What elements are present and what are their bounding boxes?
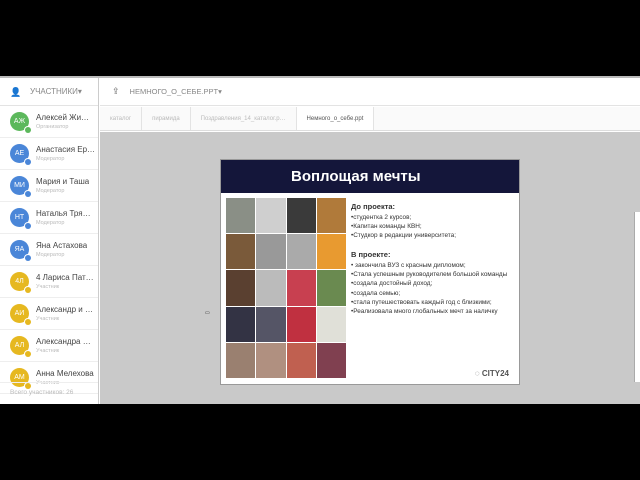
role-icon [24,286,32,294]
bullet: • закончила ВУЗ с красным дипломом; [351,261,466,269]
role-icon [24,318,32,326]
file-header[interactable]: ⇪ НЕМНОГО_О_СЕБЕ.PPT ▾ [100,78,640,106]
city24-logo: ◌ CITY24 [474,369,509,378]
chevron-down-icon: ▾ [77,87,82,96]
participant-name: Яна Астахова [36,241,88,250]
avatar: АЕ [10,144,32,166]
role-icon [24,126,32,134]
avatar: АИ [10,304,32,326]
participants-count: Всего участников: 26 [0,382,98,404]
role-icon [24,190,32,198]
participant-item[interactable]: 4Л 4 Лариса Пат… Участник [0,266,98,298]
chevron-down-icon: ▾ [218,87,222,96]
participant-name: Мария и Таша [36,177,90,186]
participant-role: Участник [36,348,60,354]
avatar: 4Л [10,272,32,294]
tab-piramida[interactable]: пирамида [142,107,191,130]
right-panel-edge [634,212,640,382]
participant-role: Модератор [36,156,65,162]
tab-pozdravleniya[interactable]: Поздравления_14_каталог.p… [191,107,297,130]
bullet: •Студкор в редакции университета; [351,232,456,240]
file-tabs: каталог пирамида Поздравления_14_каталог… [100,107,640,131]
upload-icon[interactable]: ⇪ [112,86,120,97]
avatar: МИ [10,176,32,198]
participant-role: Модератор [36,188,65,194]
participant-name: Анна Мелехова [36,369,94,378]
participant-role: Организатор [36,124,69,130]
tab-nemnogo-o-sebe[interactable]: Немного_о_себе.ppt [296,107,375,130]
role-icon [24,158,32,166]
participant-item[interactable]: АЖ Алексей Жи… Организатор [0,106,98,138]
participant-name: Анастасия Ер… [36,145,96,154]
tab-katalog[interactable]: каталог [100,107,143,130]
avatar: ЯА [10,240,32,262]
bullet: •создала семью; [351,289,401,297]
participant-item[interactable]: АЛ Александра … Участник [0,330,98,362]
file-title: НЕМНОГО_О_СЕБЕ.PPT [129,87,219,96]
participant-name: Алексей Жи… [36,113,90,122]
participants-sidebar: 👤 УЧАСТНИКИ ▾ АЖ Алексей Жи… Организатор АЕ Ан… [0,78,99,404]
participant-name: Наталья Тря… [36,209,91,218]
photo-collage [226,198,346,378]
participant-item[interactable]: МИ Мария и Таша Модератор [0,170,98,202]
cursor-icon: ▭ [205,310,210,316]
participant-item[interactable]: ЯА Яна Астахова Модератор [0,234,98,266]
role-icon [24,350,32,358]
slide: Воплощая мечты До проекта: •студентка 2 … [220,159,520,385]
participant-item[interactable]: АИ Александр и … Участник [0,298,98,330]
avatar: АЖ [10,112,32,134]
slide-title: Воплощая мечты [221,160,519,193]
bullet: •Капитан команды КВН; [351,223,422,231]
slide-body: До проекта: •студентка 2 курсов; •Капитан… [351,202,519,317]
participant-role: Участник [36,316,60,322]
participant-item[interactable]: НТ Наталья Тря… Модератор [0,202,98,234]
bullet: •студентка 2 курсов; [351,213,412,221]
presentation-stage: ▭ Воплощая мечты До проекта: •студентка … [100,132,640,404]
participant-name: Александра … [36,337,91,346]
participant-role: Модератор [36,220,65,226]
role-icon [24,254,32,262]
participant-name: 4 Лариса Пат… [36,273,94,282]
role-icon [24,222,32,230]
bullet: •Реализовала много глобальных мечт за на… [351,308,498,316]
participant-role: Участник [36,284,60,290]
bullet: •создала достойный доход; [351,280,433,288]
user-icon: 👤 [10,86,22,97]
bullet: •Стала успешным руководителем большой ко… [351,271,508,279]
participants-dropdown[interactable]: 👤 УЧАСТНИКИ ▾ [0,78,98,106]
participant-name: Александр и … [36,305,93,314]
webinar-app: 👤 УЧАСТНИКИ ▾ АЖ Алексей Жи… Организатор АЕ Ан… [0,76,640,404]
avatar: АЛ [10,336,32,358]
avatar: НТ [10,208,32,230]
bullet: •стала путешествовать каждый год с близк… [351,299,492,306]
participant-role: Модератор [36,252,65,258]
participant-item[interactable]: АЕ Анастасия Ер… Модератор [0,138,98,170]
